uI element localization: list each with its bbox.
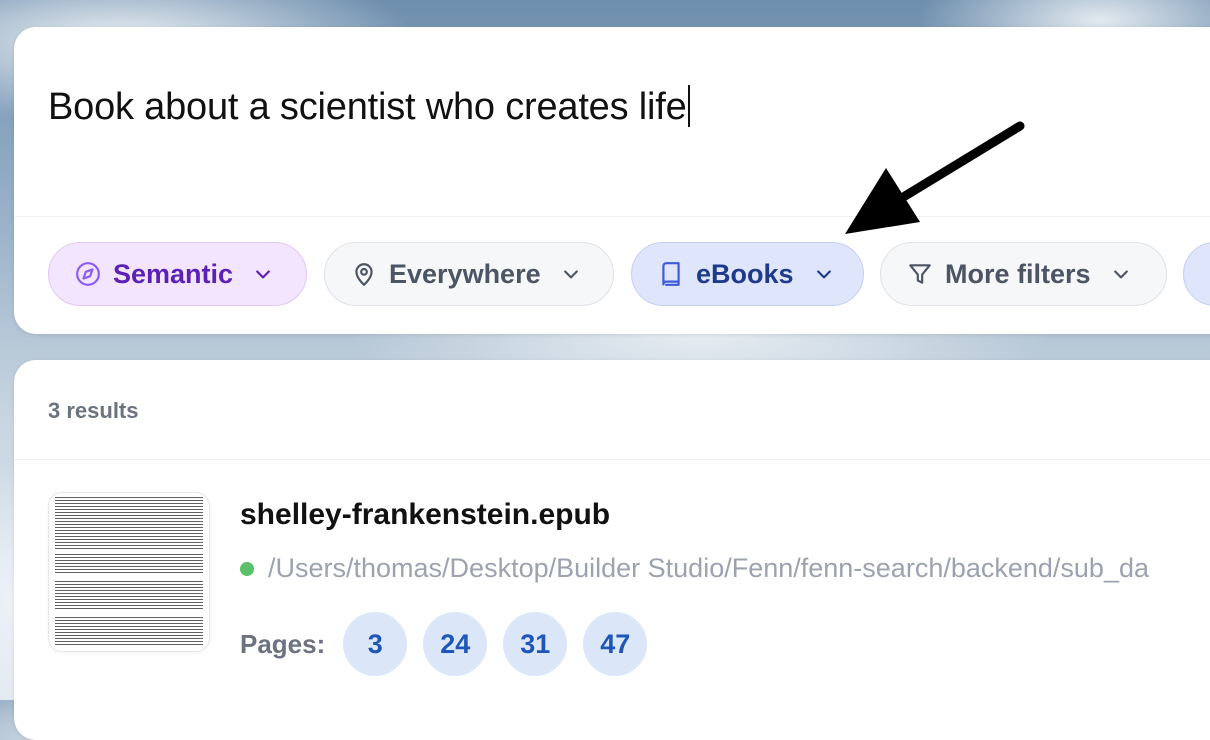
chevron-down-icon: [561, 264, 581, 284]
location-filter-label: Everywhere: [389, 258, 541, 289]
page-link[interactable]: 47: [583, 612, 648, 676]
status-dot: [240, 561, 254, 576]
page-link[interactable]: 31: [503, 612, 568, 676]
thumbnail-paragraph-gap: [55, 575, 203, 579]
type-filter-label: eBooks: [696, 258, 794, 289]
page-link[interactable]: 24: [423, 612, 488, 676]
thumbnail-paragraph-gap: [55, 549, 203, 553]
search-divider: [14, 216, 1210, 217]
pages-label: Pages:: [240, 628, 326, 659]
page-link[interactable]: 3: [343, 612, 408, 676]
book-icon: [658, 261, 684, 287]
funnel-icon: [907, 261, 933, 287]
compass-icon: [75, 261, 101, 287]
more-filters-label: More filters: [945, 258, 1091, 289]
search-panel: Book about a scientist who creates life …: [14, 27, 1210, 334]
results-panel: 3 results shelley-frankenstein.epub /Use…: [14, 360, 1210, 740]
text-caret: [687, 85, 690, 127]
results-count: 3 results: [48, 398, 139, 423]
thumbnail-paragraph-gap: [55, 611, 203, 615]
result-path-row: /Users/thomas/Desktop/Builder Studio/Fen…: [240, 553, 1149, 584]
more-filters-button[interactable]: More filters: [880, 242, 1167, 306]
location-filter-button[interactable]: Everywhere: [324, 242, 614, 306]
thumbnail-text-lines: [55, 497, 203, 647]
result-file-name[interactable]: shelley-frankenstein.epub: [240, 498, 610, 532]
chevron-down-icon: [1111, 264, 1131, 284]
type-filter-button[interactable]: eBooks: [631, 242, 864, 306]
extra-filter-button[interactable]: [1183, 242, 1210, 306]
search-query-text: Book about a scientist who creates life: [48, 86, 687, 128]
document-thumbnail[interactable]: [48, 492, 210, 652]
semantic-filter-label: Semantic: [113, 258, 234, 289]
result-pages-row: Pages: 3 24 31 47: [240, 612, 648, 676]
results-divider: [14, 459, 1210, 460]
chevron-down-icon: [814, 264, 834, 284]
location-pin-icon: [351, 261, 377, 287]
chevron-down-icon: [253, 264, 273, 284]
search-query-input[interactable]: Book about a scientist who creates life: [48, 83, 690, 131]
result-file-path: /Users/thomas/Desktop/Builder Studio/Fen…: [268, 553, 1149, 583]
semantic-filter-button[interactable]: Semantic: [48, 242, 307, 306]
